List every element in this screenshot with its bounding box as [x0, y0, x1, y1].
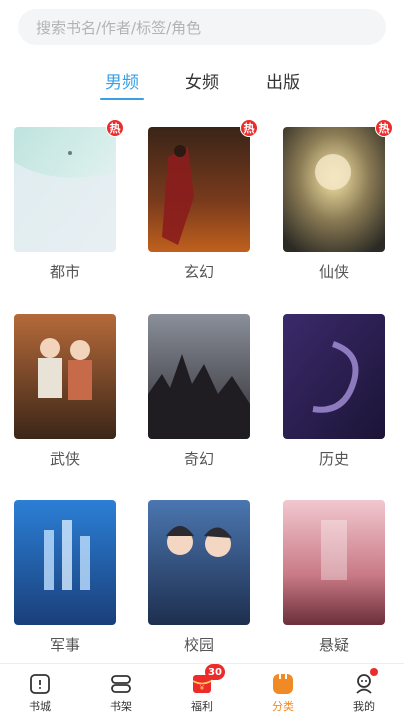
bookshelf-icon: [109, 672, 133, 696]
hot-badge: 热: [106, 119, 124, 137]
category-label: 玄幻: [183, 263, 214, 281]
category-card-xuanyi[interactable]: 悬疑: [283, 500, 385, 655]
nav-label: 福利: [191, 700, 213, 713]
book-cover: [148, 314, 250, 439]
nav-label: 书架: [110, 700, 132, 713]
book-cover: [283, 500, 385, 625]
category-label: 军事: [49, 636, 80, 654]
svg-text:¥: ¥: [200, 684, 205, 692]
notification-dot: [370, 668, 378, 676]
bottom-nav: 书城 书架 ¥ 30 福利 分类 我的: [0, 663, 404, 718]
hot-badge: 热: [240, 119, 258, 137]
book-cover: [14, 127, 116, 252]
welfare-badge: 30: [205, 664, 225, 680]
category-label: 悬疑: [318, 636, 349, 654]
nav-label: 书城: [29, 700, 51, 713]
category-card-xiaoyuan[interactable]: 校园: [148, 500, 250, 655]
category-card-wuxia[interactable]: 武侠: [14, 314, 116, 469]
category-label: 奇幻: [183, 450, 214, 468]
category-label: 仙侠: [318, 263, 349, 281]
nav-label: 分类: [272, 700, 294, 713]
category-card-lishi[interactable]: 历史: [283, 314, 385, 469]
book-cover: [148, 127, 250, 252]
book-cover: [283, 314, 385, 439]
book-cover: [148, 500, 250, 625]
category-label: 历史: [318, 450, 349, 468]
book-cover: [14, 500, 116, 625]
category-card-xianxia[interactable]: 热 仙侠: [283, 119, 393, 282]
nav-item-welfare[interactable]: ¥ 30 福利: [172, 664, 232, 714]
nav-item-bookstore[interactable]: 书城: [10, 672, 70, 714]
category-card-junshi[interactable]: 军事: [14, 500, 116, 655]
book-cover: [283, 127, 385, 252]
nav-item-category[interactable]: 分类: [253, 672, 313, 714]
bookstore-icon: [28, 672, 52, 696]
category-card-xuanhuan[interactable]: 热 玄幻: [148, 119, 258, 282]
hot-badge: 热: [375, 119, 393, 137]
nav-item-profile[interactable]: 我的: [334, 668, 394, 714]
category-card-qihuan[interactable]: 奇幻: [148, 314, 250, 469]
category-grid: 热 都市 热 玄幻 热 仙侠 武侠 奇幻 历史 军事 校园 悬疑: [0, 0, 404, 660]
book-cover: [14, 314, 116, 439]
nav-item-bookshelf[interactable]: 书架: [91, 672, 151, 714]
category-card-dushi[interactable]: 热 都市: [14, 119, 124, 282]
nav-label: 我的: [353, 700, 375, 713]
category-label: 校园: [183, 636, 214, 654]
welfare-icon: ¥ 30: [190, 664, 225, 696]
profile-icon: [352, 668, 378, 696]
category-label: 武侠: [49, 450, 80, 468]
category-label: 都市: [49, 263, 80, 281]
category-icon: [271, 672, 295, 696]
